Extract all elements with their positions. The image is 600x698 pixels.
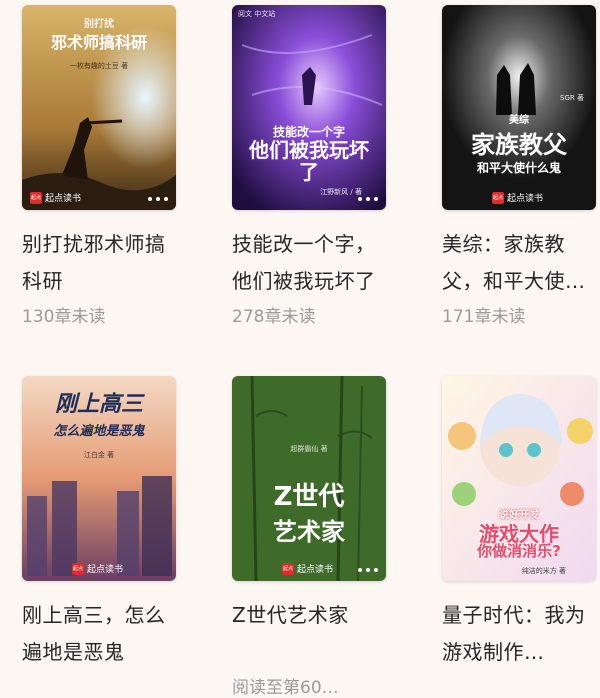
cover-author: SGR 著 xyxy=(560,94,584,102)
more-icon[interactable] xyxy=(148,197,168,201)
cover-art xyxy=(442,5,596,210)
brand-name: 起点读书 xyxy=(507,194,544,204)
cover-author: 江野新风 / 著 xyxy=(320,188,362,196)
brand-logo-icon: 起点 xyxy=(72,562,84,575)
book-card[interactable]: 阅文 中文站 技能改一个字 他们被我玩坏了 江野新风 / 著 技能改一个字，他们… xyxy=(232,5,386,327)
cover-subtitle: 和平大使什么鬼 xyxy=(476,161,561,175)
book-cover[interactable]: SGR 著 美综 家族教父 和平大使什么鬼 起点 起点读书 xyxy=(442,5,596,210)
brand-mark: 起点 起点读书 xyxy=(492,191,543,204)
book-cover[interactable]: 超群霸仙 著 Z世代 艺术家 起点 起点读书 xyxy=(232,376,386,581)
book-card[interactable]: 刚上高三 怎么遍地是恶鬼 江白金 著 起点 起点读书 刚上高三，怎么遍地是恶鬼 xyxy=(22,376,176,673)
book-title[interactable]: 技能改一个字，他们被我玩坏了 xyxy=(232,226,386,300)
brand-mark: 起点 起点读书 xyxy=(72,562,123,575)
cover-title: 家族教父 xyxy=(471,131,567,159)
brand-name: 起点读书 xyxy=(87,565,124,575)
book-card[interactable]: 超群霸仙 著 Z世代 艺术家 起点 起点读书 Z世代艺术家 阅读至第60… xyxy=(232,376,386,698)
cover-title: 刚上高三 xyxy=(54,392,143,417)
brand-mark: 起点 起点读书 xyxy=(30,191,81,204)
brand-logo-icon: 起点 xyxy=(492,191,504,204)
cover-author: 江白金 著 xyxy=(83,451,115,459)
cover-title: Z世代 xyxy=(273,482,345,512)
cover-badge: 阅文 中文站 xyxy=(238,10,276,18)
book-progress: 130章未读 xyxy=(22,307,106,327)
book-title[interactable]: 美综：家族教父，和平大使什么鬼 xyxy=(442,226,596,300)
book-card[interactable]: SGR 著 美综 家族教父 和平大使什么鬼 起点 起点读书 美综：家族教父，和平大… xyxy=(442,5,596,327)
cover-author: 一枚有趣的土豆 著 xyxy=(69,62,129,70)
book-cover[interactable]: 阅文 中文站 技能改一个字 他们被我玩坏了 江野新风 / 著 xyxy=(232,5,386,210)
cover-author: 超群霸仙 著 xyxy=(290,445,328,453)
cover-top-text: 美综 xyxy=(509,115,529,126)
brand-name: 起点读书 xyxy=(297,565,334,575)
cover-subtitle: 怎么遍地是恶鬼 xyxy=(53,424,145,439)
book-cover[interactable]: 刚上高三 怎么遍地是恶鬼 江白金 著 起点 起点读书 xyxy=(22,376,176,581)
book-cover[interactable]: 别打扰 邪术师搞科研 一枚有趣的土豆 著 起点 起点读书 xyxy=(22,5,176,210)
brand-name: 起点读书 xyxy=(45,194,82,204)
cover-subtitle: 艺术家 xyxy=(273,518,345,546)
more-icon[interactable] xyxy=(358,568,378,572)
book-progress: 171章未读 xyxy=(442,307,526,327)
book-card[interactable]: 别打扰 邪术师搞科研 一枚有趣的土豆 著 起点 起点读书 别打扰邪术师搞科研 13… xyxy=(22,5,176,327)
cover-author: 纯洁的米方 著 xyxy=(521,567,566,575)
book-title[interactable]: 刚上高三，怎么遍地是恶鬼 xyxy=(22,597,176,671)
cover-subtitle: 你做消消乐? xyxy=(477,542,561,560)
cover-title: 他们被我玩坏了 xyxy=(249,138,369,184)
brand-mark: 起点 起点读书 xyxy=(282,562,333,575)
more-icon[interactable] xyxy=(358,197,378,201)
book-card[interactable]: 说好开发 游戏大作 你做消消乐? 纯洁的米方 著 量子时代：我为游戏制作… xyxy=(442,376,596,673)
cover-top-text: 别打扰 xyxy=(84,19,114,30)
book-title[interactable]: 别打扰邪术师搞科研 xyxy=(22,226,176,300)
brand-logo-icon: 起点 xyxy=(282,562,294,575)
cover-title: 邪术师搞科研 xyxy=(50,33,147,52)
book-title[interactable]: Z世代艺术家 xyxy=(232,597,386,671)
brand-logo-icon: 起点 xyxy=(30,191,42,204)
book-cover[interactable]: 说好开发 游戏大作 你做消消乐? 纯洁的米方 著 xyxy=(442,376,596,581)
book-title[interactable]: 量子时代：我为游戏制作… xyxy=(442,597,596,671)
book-progress: 278章未读 xyxy=(232,307,316,327)
